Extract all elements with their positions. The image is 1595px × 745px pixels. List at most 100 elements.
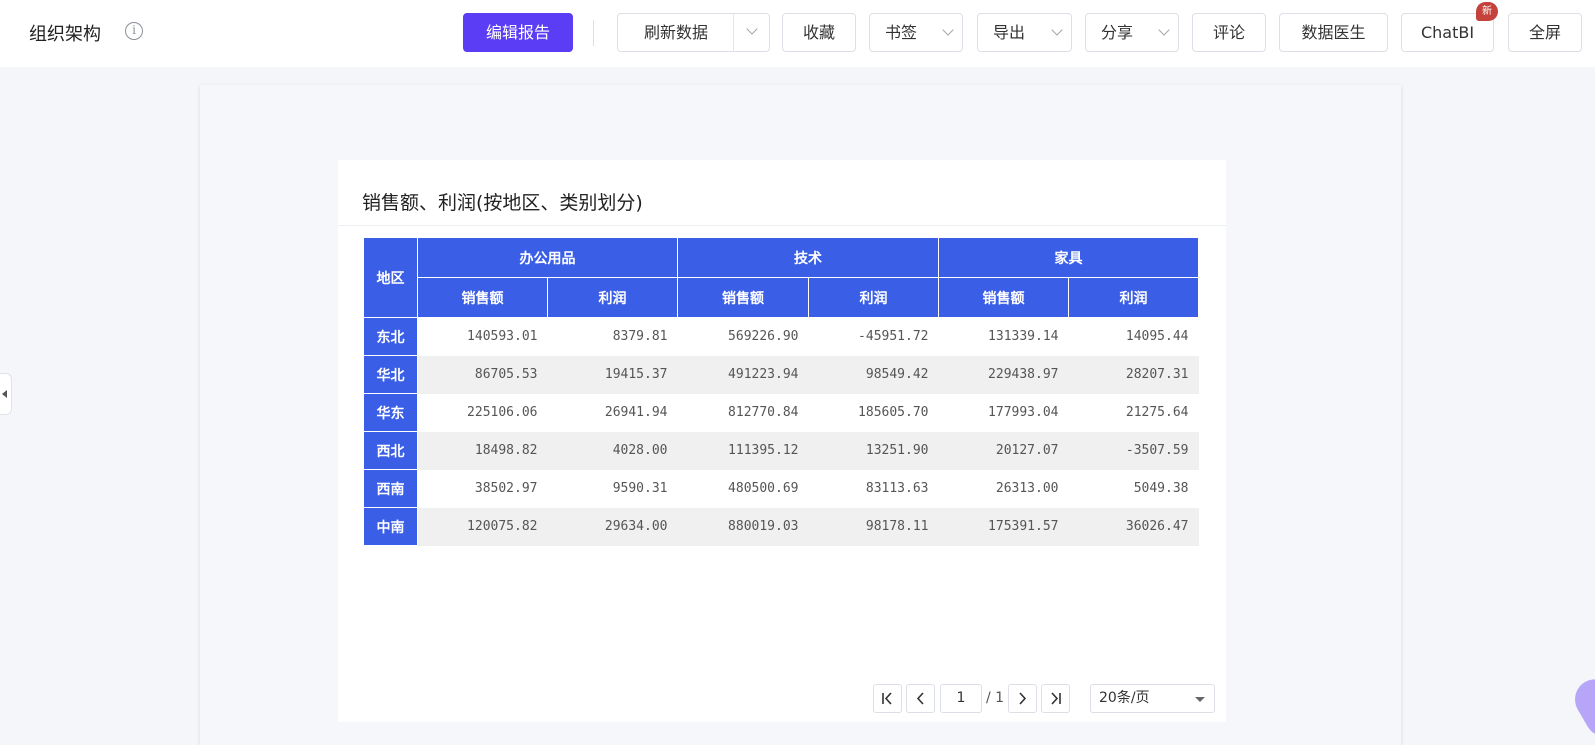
data-doctor-label: 数据医生 [1301, 23, 1366, 42]
data-doctor-button[interactable]: 数据医生 [1279, 13, 1388, 52]
value-cell: 5049.38 [1068, 469, 1199, 508]
table-row: 华东 225106.06 26941.94 812770.84 185605.7… [363, 393, 1199, 432]
bookmark-button[interactable]: 书签 [869, 13, 963, 52]
value-cell: 98549.42 [808, 355, 939, 394]
page-size-select[interactable]: 20条/页 [1090, 684, 1215, 713]
refresh-data-button[interactable]: 刷新数据 [617, 13, 770, 52]
info-icon[interactable]: i [125, 22, 143, 40]
edit-report-label: 编辑报告 [485, 23, 550, 42]
measure-header[interactable]: 利润 [1068, 277, 1199, 318]
value-cell: 491223.94 [677, 355, 809, 394]
category-header[interactable]: 办公用品 [417, 237, 678, 278]
value-cell: 26313.00 [938, 469, 1069, 508]
region-column-header[interactable]: 地区 [363, 237, 418, 318]
chevron-down-icon [746, 23, 758, 35]
value-cell: 20127.07 [938, 431, 1069, 470]
category-header[interactable]: 家具 [938, 237, 1199, 278]
prev-page-button[interactable] [906, 684, 935, 713]
value-cell: 140593.01 [417, 317, 548, 356]
chatbi-label: ChatBI [1420, 23, 1475, 42]
table-row: 中南 120075.82 29634.00 880019.03 98178.11… [363, 507, 1199, 546]
table-row: 东北 140593.01 8379.81 569226.90 -45951.72… [363, 317, 1199, 356]
chevron-down-icon [942, 24, 954, 36]
favorite-button[interactable]: 收藏 [782, 13, 856, 52]
value-cell: 28207.31 [1068, 355, 1199, 394]
value-cell: 26941.94 [547, 393, 678, 432]
value-cell: -3507.59 [1068, 431, 1199, 470]
refresh-dropdown-toggle[interactable] [733, 14, 769, 51]
chevron-right-icon [1019, 692, 1027, 705]
value-cell: 4028.00 [547, 431, 678, 470]
measure-header[interactable]: 利润 [808, 277, 939, 318]
first-page-button[interactable] [873, 684, 902, 713]
value-cell: 225106.06 [417, 393, 548, 432]
page-number-input[interactable]: 1 [940, 684, 982, 713]
value-cell: 9590.31 [547, 469, 678, 508]
next-page-button[interactable] [1008, 684, 1037, 713]
measure-header[interactable]: 利润 [547, 277, 678, 318]
region-cell[interactable]: 东北 [363, 317, 418, 356]
value-cell: 111395.12 [677, 431, 809, 470]
chevron-down-icon [1051, 24, 1063, 36]
page-size-value: 20条/页 [1099, 690, 1150, 706]
bookmark-label: 书签 [884, 23, 917, 42]
top-bar: 组织架构 i 编辑报告 刷新数据 收藏 书签 导出 分享 评论 数据医生 Cha… [0, 0, 1595, 67]
value-cell: 18498.82 [417, 431, 548, 470]
sidebar-collapse-toggle[interactable] [0, 373, 12, 415]
table-row: 华北 86705.53 19415.37 491223.94 98549.42 … [363, 355, 1199, 394]
share-button[interactable]: 分享 [1085, 13, 1179, 52]
value-cell: 175391.57 [938, 507, 1069, 546]
value-cell: 229438.97 [938, 355, 1069, 394]
favorite-label: 收藏 [802, 23, 835, 42]
edit-report-button[interactable]: 编辑报告 [463, 13, 573, 52]
value-cell: 86705.53 [417, 355, 548, 394]
fullscreen-button[interactable]: 全屏 [1508, 13, 1582, 52]
first-page-icon [882, 692, 892, 705]
value-cell: 83113.63 [808, 469, 939, 508]
measure-header[interactable]: 销售额 [677, 277, 809, 318]
value-cell: 14095.44 [1068, 317, 1199, 356]
value-cell: 36026.47 [1068, 507, 1199, 546]
value-cell: -45951.72 [808, 317, 939, 356]
caret-down-icon [1195, 697, 1205, 702]
export-button[interactable]: 导出 [977, 13, 1072, 52]
value-cell: 13251.90 [808, 431, 939, 470]
category-header[interactable]: 技术 [677, 237, 939, 278]
value-cell: 120075.82 [417, 507, 548, 546]
fullscreen-label: 全屏 [1528, 23, 1561, 42]
value-cell: 131339.14 [938, 317, 1069, 356]
value-cell: 38502.97 [417, 469, 548, 508]
comment-label: 评论 [1212, 23, 1245, 42]
region-cell[interactable]: 中南 [363, 507, 418, 546]
table-row: 西南 38502.97 9590.31 480500.69 83113.63 2… [363, 469, 1199, 508]
last-page-button[interactable] [1041, 684, 1070, 713]
total-pages: / 1 [986, 690, 1005, 706]
value-cell: 480500.69 [677, 469, 809, 508]
measure-header[interactable]: 销售额 [417, 277, 548, 318]
value-cell: 8379.81 [547, 317, 678, 356]
share-label: 分享 [1100, 23, 1133, 42]
assistant-float-icon[interactable] [1567, 672, 1595, 744]
region-cell[interactable]: 西北 [363, 431, 418, 470]
table-row: 西北 18498.82 4028.00 111395.12 13251.90 2… [363, 431, 1199, 470]
region-cell[interactable]: 华北 [363, 355, 418, 394]
measure-header[interactable]: 销售额 [938, 277, 1069, 318]
page-title: 组织架构 [29, 24, 101, 45]
region-cell[interactable]: 华东 [363, 393, 418, 432]
region-cell[interactable]: 西南 [363, 469, 418, 508]
comment-button[interactable]: 评论 [1192, 13, 1266, 52]
value-cell: 812770.84 [677, 393, 809, 432]
new-badge: 新 [1476, 2, 1498, 21]
value-cell: 569226.90 [677, 317, 809, 356]
pivot-table: 地区 办公用品 技术 家具 销售额 利润 销售额 利润 销售额 利润 东北 14… [363, 237, 1199, 546]
value-cell: 880019.03 [677, 507, 809, 546]
chevron-left-icon [916, 692, 924, 705]
value-cell: 98178.11 [808, 507, 939, 546]
value-cell: 29634.00 [547, 507, 678, 546]
last-page-icon [1051, 692, 1061, 705]
caret-left-icon [2, 390, 7, 398]
toolbar-divider [593, 20, 594, 46]
value-cell: 177993.04 [938, 393, 1069, 432]
chevron-down-icon [1158, 24, 1170, 36]
value-cell: 21275.64 [1068, 393, 1199, 432]
